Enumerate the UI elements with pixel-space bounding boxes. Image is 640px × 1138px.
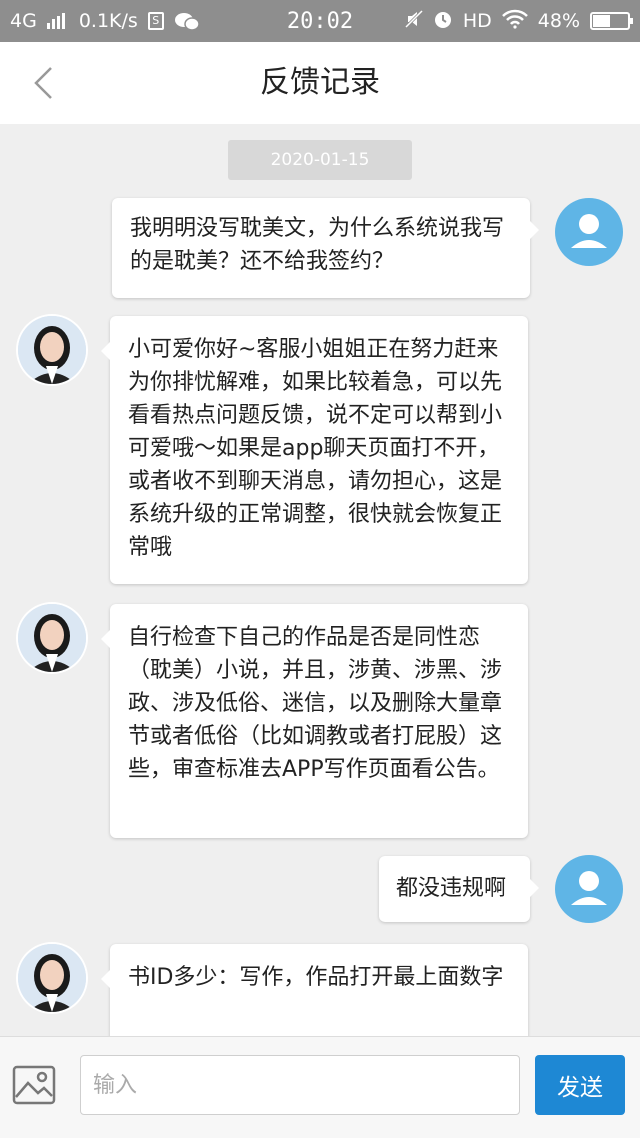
- message-text: 小可爱你好~客服小姐姐正在努力赶来为你排忧解难，如果比较着急，可以先看看热点问题…: [128, 337, 503, 560]
- agent-message-bubble: 自行检查下自己的作品是否是同性恋（耽美）小说，并且，涉黄、涉黑、涉政、涉及低俗、…: [101, 604, 528, 838]
- mute-icon: [404, 9, 423, 34]
- page-title: 反馈记录: [260, 65, 380, 100]
- agent-message-bubble: 小可爱你好~客服小姐姐正在努力赶来为你排忧解难，如果比较着急，可以先看看热点问题…: [101, 316, 528, 584]
- input-bar: 发送: [0, 1036, 640, 1138]
- user-message-bubble: 都没违规啊: [379, 856, 539, 922]
- header-bar: 反馈记录: [0, 42, 640, 124]
- date-separator: 2020-01-15: [228, 140, 412, 180]
- agent-portrait-icon: [18, 944, 86, 1012]
- message-text: 自行检查下自己的作品是否是同性恋（耽美）小说，并且，涉黄、涉黑、涉政、涉及低俗、…: [128, 625, 503, 782]
- send-button[interactable]: 发送: [535, 1055, 625, 1115]
- image-picker-button[interactable]: [12, 1063, 56, 1107]
- wifi-icon: [501, 9, 528, 34]
- battery-icon: [590, 12, 633, 30]
- user-silhouette-icon: [571, 214, 607, 248]
- battery-level: [593, 15, 611, 27]
- message-text: 我明明没写耽美文，为什么系统说我写的是耽美？还不给我签约？: [130, 216, 505, 274]
- agent-message-bubble: 书ID多少：写作，作品打开最上面数字: [101, 944, 528, 1044]
- status-bar: 4G 0.1K/s S 20:02 HD 48%: [0, 0, 640, 42]
- clock: 20:02: [286, 8, 354, 34]
- message-text: 都没违规啊: [396, 876, 507, 901]
- agent-avatar[interactable]: [18, 944, 86, 1012]
- agent-avatar[interactable]: [18, 316, 86, 384]
- alarm-icon: [433, 9, 453, 34]
- agent-portrait-icon: [18, 604, 86, 672]
- message-input[interactable]: [80, 1055, 520, 1115]
- message-text: 书ID多少：写作，作品打开最上面数字: [128, 965, 504, 990]
- user-silhouette-icon: [571, 871, 607, 905]
- image-icon: [12, 1065, 56, 1105]
- agent-portrait-icon: [18, 316, 86, 384]
- agent-avatar[interactable]: [18, 604, 86, 672]
- user-avatar[interactable]: [555, 855, 623, 923]
- battery-percent: 48%: [537, 10, 580, 32]
- hd-label: HD: [462, 10, 492, 32]
- user-avatar[interactable]: [555, 198, 623, 266]
- user-message-bubble: 我明明没写耽美文，为什么系统说我写的是耽美？还不给我签约？: [112, 198, 539, 298]
